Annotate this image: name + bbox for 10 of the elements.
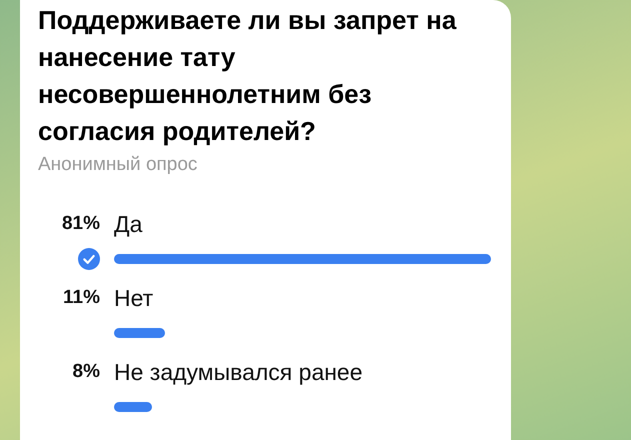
poll-option-label: Да	[114, 210, 144, 238]
poll-percentage: 81%	[60, 213, 100, 235]
poll-percentage: 11%	[62, 287, 100, 309]
poll-result-bar	[114, 402, 152, 412]
poll-type-label: Анонимный опрос	[38, 154, 198, 176]
poll-percentage: 8%	[72, 361, 100, 383]
poll-option-label: Не задумывался ранее	[114, 358, 364, 386]
poll-question: Поддерживаете ли вы запрет на нанесение тату несовершеннолетним без согласия родителей?	[38, 4, 458, 148]
poll-result-bar	[114, 328, 166, 338]
poll-option-label: Нет	[114, 284, 154, 312]
